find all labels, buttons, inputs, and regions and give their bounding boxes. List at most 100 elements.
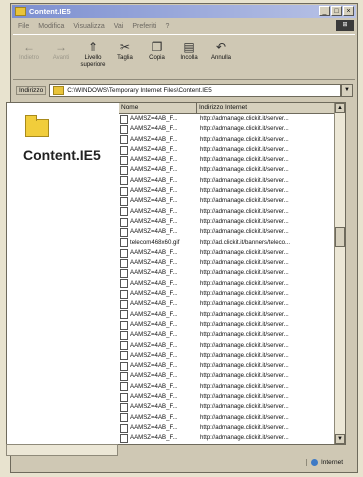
vertical-scrollbar[interactable]: ▲ ▼ bbox=[334, 103, 345, 444]
file-row[interactable]: AAMSZ=4AB_F... http://admanage.clickit.it… bbox=[119, 423, 335, 433]
file-name: AAMSZ=4AB_F... bbox=[130, 351, 178, 359]
file-address: http://admanage.clickit.it/server... bbox=[200, 320, 289, 328]
file-address: http://admanage.clickit.it/server... bbox=[200, 145, 289, 153]
scroll-up-button[interactable]: ▲ bbox=[335, 103, 345, 113]
file-address: http://admanage.clickit.it/server... bbox=[200, 228, 289, 236]
file-row[interactable]: AAMSZ=4AB_F... http://admanage.clickit.it… bbox=[119, 114, 335, 124]
file-row[interactable]: AAMSZ=4AB_F... http://admanage.clickit.it… bbox=[119, 145, 335, 155]
file-row[interactable]: AAMSZ=4AB_F... http://admanage.clickit.it… bbox=[119, 248, 335, 258]
file-row[interactable]: AAMSZ=4AB_F... http://admanage.clickit.it… bbox=[119, 392, 335, 402]
file-row[interactable]: AAMSZ=4AB_F... http://admanage.clickit.it… bbox=[119, 217, 335, 227]
close-button[interactable]: × bbox=[343, 6, 354, 16]
menu-preferiti[interactable]: Preferiti bbox=[132, 23, 156, 30]
file-address: http://admanage.clickit.it/server... bbox=[200, 331, 289, 339]
column-header-address[interactable]: Indirizzo Internet bbox=[197, 103, 335, 113]
file-icon bbox=[120, 258, 128, 268]
folder-icon bbox=[15, 7, 26, 16]
horizontal-scrollbar[interactable] bbox=[6, 444, 118, 456]
file-name-cell: AAMSZ=4AB_F... bbox=[119, 433, 197, 443]
file-row[interactable]: AAMSZ=4AB_F... http://admanage.clickit.it… bbox=[119, 433, 335, 443]
folder-icon bbox=[25, 115, 49, 137]
file-row[interactable]: AAMSZ=4AB_F... http://admanage.clickit.it… bbox=[119, 289, 335, 299]
file-row[interactable]: AAMSZ=4AB_F... http://admanage.clickit.it… bbox=[119, 320, 335, 330]
file-icon bbox=[120, 392, 128, 402]
up-level-button[interactable]: ⇑ Livello superiore bbox=[79, 35, 107, 79]
file-row[interactable]: AAMSZ=4AB_F... http://admanage.clickit.it… bbox=[119, 351, 335, 361]
forward-button[interactable]: → Avanti bbox=[47, 35, 75, 79]
menu-vai[interactable]: Vai bbox=[114, 23, 124, 30]
file-row[interactable]: AAMSZ=4AB_F... http://admanage.clickit.it… bbox=[119, 207, 335, 217]
file-name: AAMSZ=4AB_F... bbox=[130, 228, 178, 236]
file-name: AAMSZ=4AB_F... bbox=[130, 362, 178, 370]
back-button[interactable]: ← Indietro bbox=[15, 35, 43, 79]
menu-modifica[interactable]: Modifica bbox=[38, 23, 64, 30]
maximize-button[interactable]: □ bbox=[331, 6, 342, 16]
file-icon bbox=[120, 155, 128, 165]
file-name-cell: AAMSZ=4AB_F... bbox=[119, 217, 197, 227]
file-row[interactable]: AAMSZ=4AB_F... http://admanage.clickit.it… bbox=[119, 176, 335, 186]
file-row[interactable]: AAMSZ=4AB_F... http://admanage.clickit.it… bbox=[119, 341, 335, 351]
folder-icon bbox=[53, 86, 65, 95]
file-address: http://admanage.clickit.it/server... bbox=[200, 248, 289, 256]
file-row[interactable]: AAMSZ=4AB_F... http://admanage.clickit.it… bbox=[119, 279, 335, 289]
file-row[interactable]: AAMSZ=4AB_F... http://admanage.clickit.it… bbox=[119, 227, 335, 237]
file-icon bbox=[120, 197, 128, 207]
scroll-down-button[interactable]: ▼ bbox=[335, 434, 345, 444]
file-row[interactable]: AAMSZ=4AB_F... http://admanage.clickit.it… bbox=[119, 413, 335, 423]
file-row[interactable]: AAMSZ=4AB_F... http://admanage.clickit.it… bbox=[119, 165, 335, 176]
file-name-cell: AAMSZ=4AB_F... bbox=[119, 114, 197, 124]
file-row[interactable]: AAMSZ=4AB_F... http://admanage.clickit.it… bbox=[119, 371, 335, 382]
file-row[interactable]: AAMSZ=4AB_F... http://admanage.clickit.it… bbox=[119, 135, 335, 145]
file-row[interactable]: telecom468x60.gif http://ad.clickit.it/ba… bbox=[119, 238, 335, 248]
menu-bar: File Modifica Visualizza Vai Preferiti ? bbox=[13, 20, 355, 32]
column-header-name[interactable]: Nome bbox=[119, 103, 197, 113]
file-icon bbox=[120, 341, 128, 351]
paste-button[interactable]: ▤ Incolla bbox=[175, 35, 203, 79]
file-icon bbox=[120, 145, 128, 155]
file-icon bbox=[120, 310, 128, 320]
file-row[interactable]: AAMSZ=4AB_F... http://admanage.clickit.it… bbox=[119, 258, 335, 268]
file-address: http://admanage.clickit.it/server... bbox=[200, 217, 289, 225]
file-name-cell: AAMSZ=4AB_F... bbox=[119, 382, 197, 392]
file-address: http://admanage.clickit.it/server... bbox=[200, 372, 289, 380]
menu-file[interactable]: File bbox=[18, 23, 29, 30]
file-name-cell: AAMSZ=4AB_F... bbox=[119, 310, 197, 320]
file-icon bbox=[120, 372, 128, 382]
windows-logo-icon: ⊞ bbox=[336, 20, 354, 31]
file-address: http://admanage.clickit.it/server... bbox=[200, 187, 289, 195]
file-address: http://admanage.clickit.it/server... bbox=[200, 403, 289, 411]
cut-button[interactable]: ✂ Taglia bbox=[111, 35, 139, 79]
file-row[interactable]: AAMSZ=4AB_F... http://admanage.clickit.it… bbox=[119, 382, 335, 392]
zone-indicator: Internet bbox=[305, 459, 361, 466]
file-row[interactable]: AAMSZ=4AB_F... http://admanage.clickit.it… bbox=[119, 402, 335, 412]
file-name-cell: AAMSZ=4AB_F... bbox=[119, 268, 197, 279]
file-row[interactable]: AAMSZ=4AB_F... http://admanage.clickit.it… bbox=[119, 361, 335, 371]
file-row[interactable]: AAMSZ=4AB_F... http://admanage.clickit.it… bbox=[119, 330, 335, 340]
address-dropdown-button[interactable]: ▼ bbox=[341, 84, 353, 97]
scroll-thumb[interactable] bbox=[335, 227, 345, 247]
file-row[interactable]: AAMSZ=4AB_F... http://admanage.clickit.it… bbox=[119, 196, 335, 207]
address-field[interactable]: C:\WINDOWS\Temporary Internet Files\Cont… bbox=[49, 84, 341, 97]
title-bar[interactable]: Content.IE5 _ □ × bbox=[12, 5, 356, 18]
file-row[interactable]: AAMSZ=4AB_F... http://admanage.clickit.it… bbox=[119, 155, 335, 165]
file-row[interactable]: AAMSZ=4AB_F... http://admanage.clickit.it… bbox=[119, 124, 335, 134]
menu-visualizza[interactable]: Visualizza bbox=[73, 23, 104, 30]
file-name-cell: AAMSZ=4AB_F... bbox=[119, 371, 197, 382]
file-name-cell: AAMSZ=4AB_F... bbox=[119, 423, 197, 433]
file-name-cell: AAMSZ=4AB_F... bbox=[119, 145, 197, 155]
file-name-cell: AAMSZ=4AB_F... bbox=[119, 279, 197, 289]
file-name-cell: telecom468x60.gif bbox=[119, 238, 197, 248]
zone-label: Internet bbox=[320, 459, 343, 466]
file-row[interactable]: AAMSZ=4AB_F... http://admanage.clickit.it… bbox=[119, 310, 335, 320]
file-row[interactable]: AAMSZ=4AB_F... http://admanage.clickit.it… bbox=[119, 186, 335, 196]
copy-button[interactable]: ❐ Copia bbox=[143, 35, 171, 79]
file-row[interactable]: AAMSZ=4AB_F... http://admanage.clickit.it… bbox=[119, 299, 335, 309]
undo-button[interactable]: ↶ Annulla bbox=[207, 35, 235, 79]
file-name: AAMSZ=4AB_F... bbox=[130, 269, 178, 277]
file-row[interactable]: AAMSZ=4AB_F... http://admanage.clickit.it… bbox=[119, 268, 335, 279]
file-name: AAMSZ=4AB_F... bbox=[130, 382, 178, 390]
file-icon bbox=[120, 238, 128, 248]
menu-help[interactable]: ? bbox=[165, 23, 169, 30]
file-name-cell: AAMSZ=4AB_F... bbox=[119, 402, 197, 412]
minimize-button[interactable]: _ bbox=[319, 6, 330, 16]
